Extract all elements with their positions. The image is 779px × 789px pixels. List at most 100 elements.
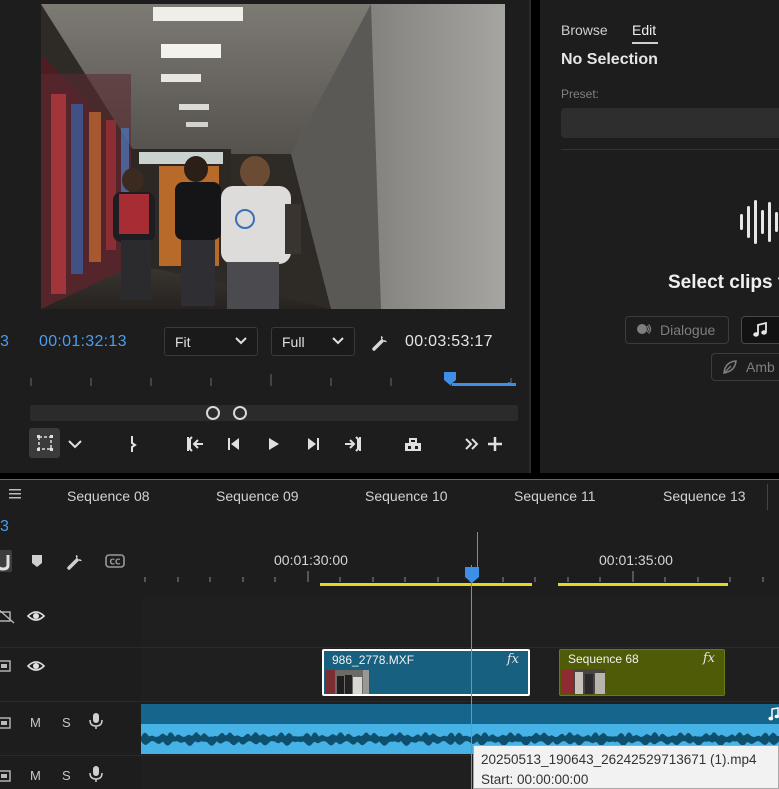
ambience-label: Amb bbox=[746, 359, 775, 375]
waveform-icon bbox=[740, 200, 778, 244]
film-icon[interactable] bbox=[0, 657, 16, 675]
go-to-in-icon bbox=[187, 436, 203, 452]
film-icon[interactable] bbox=[0, 767, 16, 785]
mute-track-button[interactable]: M bbox=[30, 715, 41, 730]
speech-icon bbox=[637, 324, 652, 334]
program-monitor: 3 00:01:32:13 Fit Full 00:03:53:17 bbox=[0, 0, 531, 473]
select-clips-prompt: Select clips t bbox=[668, 272, 779, 293]
svg-text:CC: CC bbox=[109, 558, 121, 567]
tab-sequence-10[interactable]: Sequence 10 bbox=[365, 488, 448, 504]
microphone-icon[interactable] bbox=[88, 712, 104, 730]
video-preview[interactable] bbox=[41, 4, 505, 309]
clip-thumbnail bbox=[561, 669, 605, 694]
track-v2[interactable] bbox=[141, 597, 779, 647]
dialogue-type-button[interactable]: Dialogue bbox=[625, 316, 729, 344]
add-button[interactable] bbox=[480, 428, 510, 460]
selection-status: No Selection bbox=[561, 51, 658, 68]
timeline-panel: Sequence 08 Sequence 09 Sequence 10 Sequ… bbox=[0, 479, 779, 789]
music-type-button[interactable] bbox=[741, 316, 779, 344]
solo-track-button[interactable]: S bbox=[62, 715, 71, 730]
snap-icon[interactable] bbox=[0, 550, 12, 572]
tab-sequence-13[interactable]: Sequence 13 bbox=[663, 488, 746, 504]
transport-controls bbox=[0, 428, 531, 462]
wrench-icon[interactable] bbox=[64, 550, 86, 572]
edge-timecode: 3 bbox=[0, 333, 9, 350]
safe-margins-icon bbox=[36, 435, 53, 451]
safe-margins-button[interactable] bbox=[29, 428, 60, 458]
nested-sequence-clip[interactable]: Sequence 68 fx bbox=[559, 649, 725, 696]
leaf-icon bbox=[723, 360, 737, 374]
step-forward-icon bbox=[308, 438, 319, 450]
clip-tooltip: 20250513_190643_26242529713671 (1).mp4 S… bbox=[473, 745, 779, 789]
ruler-timecode-label: 00:01:35:00 bbox=[599, 552, 673, 568]
clip-name: 986_2778.MXF bbox=[332, 653, 415, 667]
playback-resolution-dropdown[interactable]: Full bbox=[271, 327, 355, 356]
chevron-down-icon bbox=[235, 337, 247, 345]
button-editor-dropdown[interactable] bbox=[60, 428, 90, 460]
monitor-time-ruler[interactable] bbox=[30, 370, 518, 392]
tab-browse[interactable]: Browse bbox=[561, 22, 608, 38]
track-headers: M S M S bbox=[0, 597, 141, 789]
timeline-ruler[interactable] bbox=[141, 569, 779, 597]
preset-label: Preset: bbox=[561, 87, 600, 101]
step-forward-button[interactable] bbox=[298, 428, 328, 460]
track-divider bbox=[0, 701, 779, 702]
active-tab-indicator bbox=[632, 42, 658, 44]
add-marker-icon bbox=[131, 436, 137, 452]
playhead-handle[interactable] bbox=[465, 567, 479, 583]
export-frame-icon bbox=[405, 438, 421, 451]
captions-icon[interactable]: CC bbox=[104, 550, 126, 572]
mute-track-button[interactable]: M bbox=[30, 768, 41, 783]
add-marker-button[interactable] bbox=[117, 428, 147, 460]
tooltip-start: Start: 00:00:00:00 bbox=[481, 772, 589, 787]
play-icon bbox=[269, 438, 279, 450]
fx-badge[interactable]: fx bbox=[507, 652, 519, 667]
scroll-handle-left[interactable] bbox=[206, 406, 220, 420]
film-icon[interactable] bbox=[0, 714, 16, 732]
zoom-level-value: Fit bbox=[175, 334, 191, 350]
eye-icon[interactable] bbox=[26, 607, 46, 625]
chevron-down-icon bbox=[68, 440, 82, 449]
tab-sequence-09[interactable]: Sequence 09 bbox=[216, 488, 299, 504]
tab-sequence-08[interactable]: Sequence 08 bbox=[67, 488, 150, 504]
solo-track-button[interactable]: S bbox=[62, 768, 71, 783]
go-to-in-button[interactable] bbox=[180, 428, 210, 460]
go-to-out-button[interactable] bbox=[338, 428, 368, 460]
timeline-timecode[interactable]: 3 bbox=[0, 518, 9, 536]
tab-edit[interactable]: Edit bbox=[632, 22, 656, 38]
tooltip-filename: 20250513_190643_26242529713671 (1).mp4 bbox=[481, 752, 757, 767]
essential-sound-panel: Browse Edit No Selection Preset: Select … bbox=[540, 0, 779, 473]
music-note-icon bbox=[753, 322, 767, 337]
sync-lock-icon[interactable] bbox=[0, 607, 16, 625]
add-button-icon bbox=[488, 437, 502, 451]
zoom-scrollbar[interactable] bbox=[30, 405, 518, 421]
scroll-handle-right[interactable] bbox=[233, 406, 247, 420]
eye-icon[interactable] bbox=[26, 657, 46, 675]
current-timecode[interactable]: 00:01:32:13 bbox=[39, 333, 127, 351]
step-back-icon bbox=[228, 438, 239, 450]
music-note-icon bbox=[768, 707, 779, 721]
ambience-type-button[interactable]: Amb bbox=[711, 353, 779, 381]
preset-dropdown[interactable] bbox=[561, 108, 779, 138]
zoom-level-dropdown[interactable]: Fit bbox=[164, 327, 258, 356]
duration-timecode: 00:03:53:17 bbox=[405, 333, 493, 350]
wrench-icon[interactable] bbox=[370, 332, 390, 352]
play-button[interactable] bbox=[258, 428, 288, 460]
panel-menu-icon[interactable] bbox=[9, 489, 21, 499]
clip-name: Sequence 68 bbox=[568, 652, 639, 666]
step-back-button[interactable] bbox=[219, 428, 249, 460]
playhead-line bbox=[471, 565, 472, 789]
video-clip[interactable]: 986_2778.MXF fx bbox=[322, 649, 530, 696]
tab-divider bbox=[767, 484, 768, 510]
microphone-icon[interactable] bbox=[88, 765, 104, 783]
dialogue-label: Dialogue bbox=[660, 322, 716, 338]
fx-badge[interactable]: fx bbox=[703, 651, 715, 666]
more-icon bbox=[465, 438, 479, 450]
divider bbox=[561, 149, 779, 150]
chevron-down-icon bbox=[332, 337, 344, 345]
export-frame-button[interactable] bbox=[398, 428, 428, 460]
tab-sequence-11[interactable]: Sequence 11 bbox=[514, 488, 595, 504]
marker-icon[interactable] bbox=[26, 550, 48, 572]
ruler-timecode-label: 00:01:30:00 bbox=[274, 552, 348, 568]
resolution-value: Full bbox=[282, 334, 305, 350]
